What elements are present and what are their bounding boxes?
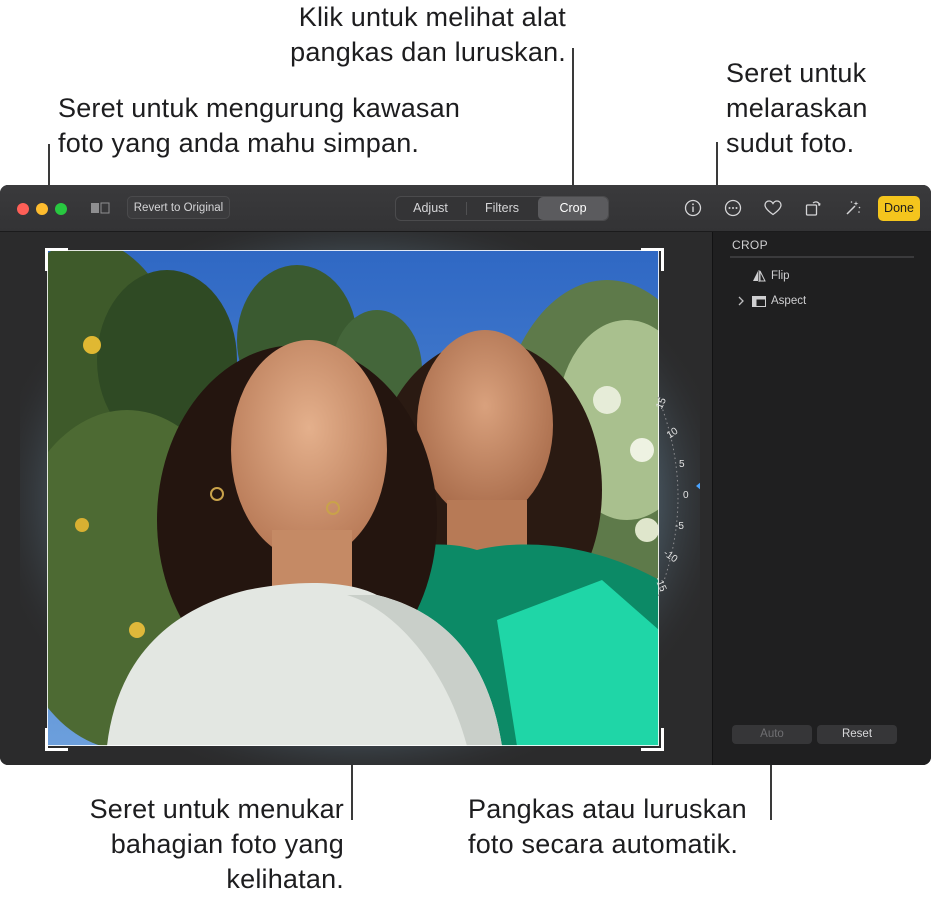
crop-handle-bottom-right[interactable] (641, 728, 664, 751)
heart-icon[interactable] (761, 196, 785, 220)
callout-angle: Seret untuk melaraskan sudut foto. (726, 58, 868, 158)
crop-handle-top-left[interactable] (45, 248, 68, 271)
tab-filters[interactable]: Filters (467, 197, 537, 220)
tab-adjust[interactable]: Adjust (396, 197, 465, 220)
aspect-icon (752, 295, 766, 307)
flip-label: Flip (771, 270, 790, 282)
reset-button[interactable]: Reset (817, 725, 897, 744)
crop-handle-top-right[interactable] (641, 248, 664, 271)
callout-move: Seret untuk menukar bahagian foto yang k… (89, 794, 344, 894)
auto-button[interactable]: Auto (732, 725, 812, 744)
edit-mode-tabs: Adjust Filters Crop (395, 196, 609, 221)
leader-crop-tool (572, 48, 574, 194)
crop-handle-bottom-left[interactable] (45, 728, 68, 751)
info-icon[interactable] (681, 196, 705, 220)
dial-label-0: 0 (683, 490, 689, 501)
chevron-right-icon[interactable] (737, 296, 745, 306)
done-button[interactable]: Done (878, 196, 920, 221)
minimize-button[interactable] (36, 203, 48, 215)
tab-crop[interactable]: Crop (538, 197, 608, 220)
photos-edit-window: Revert to Original Adjust Filters Crop D… (0, 185, 931, 765)
dial-label-5: 5 (679, 459, 685, 470)
aspect-label: Aspect (771, 295, 807, 307)
close-button[interactable] (17, 203, 29, 215)
crop-sidebar: CROP Flip Aspect Auto Reset (712, 232, 931, 765)
dial-label-minus-5: -5 (675, 521, 684, 532)
toolbar: Revert to Original Adjust Filters Crop D… (0, 185, 931, 232)
compare-icon[interactable] (89, 196, 113, 220)
zoom-button[interactable] (55, 203, 67, 215)
flip-button[interactable]: Flip (752, 270, 790, 282)
crop-section-title: CROP (732, 238, 768, 252)
callout-frame: Seret untuk mengurung kawasan foto yang … (58, 93, 461, 158)
straighten-dial[interactable]: 15 10 5 0 -5 -10 -15 (640, 382, 700, 612)
revert-to-original-button[interactable]: Revert to Original (127, 196, 230, 219)
flip-icon (753, 270, 766, 282)
crop-frame[interactable] (47, 250, 659, 746)
aspect-row[interactable]: Aspect (737, 295, 806, 307)
magic-wand-icon[interactable] (841, 196, 865, 220)
callout-auto: Pangkas atau luruskan foto secara automa… (468, 794, 747, 859)
more-icon[interactable] (721, 196, 745, 220)
dial-indicator (696, 482, 700, 490)
section-divider (730, 256, 914, 258)
rotate-icon[interactable] (801, 196, 825, 220)
dial-arc (657, 396, 700, 598)
callout-crop-tool: Klik untuk melihat alat pangkas dan luru… (290, 2, 566, 67)
edit-canvas: 15 10 5 0 -5 -10 -15 (0, 232, 712, 765)
